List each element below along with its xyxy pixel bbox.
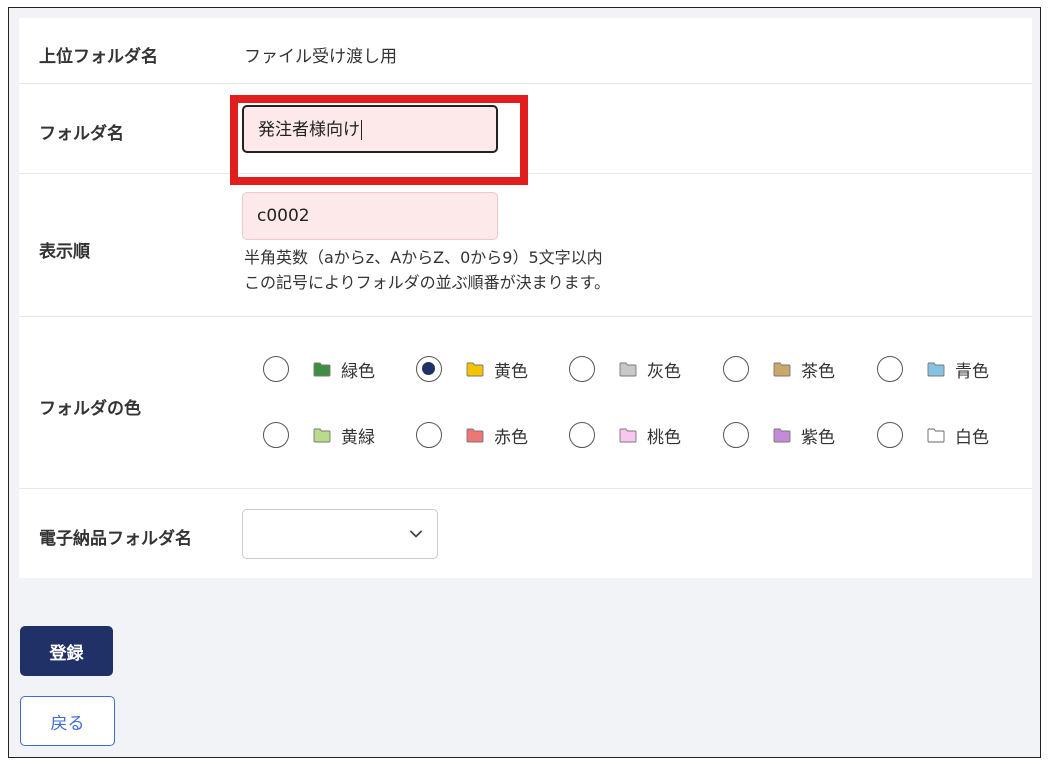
color-option-label: 桃色 — [647, 427, 681, 448]
radio-button[interactable] — [877, 422, 903, 448]
electronic-folder-label: 電子納品フォルダ名 — [39, 529, 192, 549]
chevron-down-icon — [410, 530, 422, 538]
color-option-label: 黄緑 — [341, 427, 375, 448]
color-option-label: 緑色 — [341, 361, 375, 382]
back-button[interactable]: 戻る — [20, 696, 115, 746]
electronic-folder-row: 電子納品フォルダ名 — [19, 489, 1032, 578]
folder-icon — [619, 428, 637, 442]
folder-color-label: フォルダの色 — [39, 399, 141, 419]
folder-color-option[interactable]: 赤色 — [416, 420, 528, 450]
folder-color-option[interactable]: 紫色 — [723, 420, 835, 450]
radio-button[interactable] — [416, 356, 442, 382]
color-option-label: 青色 — [955, 361, 989, 382]
folder-color-option[interactable]: 桃色 — [569, 420, 681, 450]
display-order-input[interactable]: c0002 — [242, 192, 498, 240]
color-option-label: 灰色 — [647, 361, 681, 382]
color-option-label: 黄色 — [494, 361, 528, 382]
radio-button[interactable] — [416, 422, 442, 448]
highlight-box — [230, 95, 528, 185]
color-option-label: 白色 — [955, 427, 989, 448]
folder-icon — [927, 428, 945, 442]
folder-icon — [313, 428, 331, 442]
radio-button[interactable] — [877, 356, 903, 382]
folder-color-row: フォルダの色 緑色 黄色 灰色 茶色 青色黄緑 赤色 桃色 紫色 白色 — [19, 317, 1032, 489]
display-order-hint-2: この記号によりフォルダの並ぶ順番が決まります。 — [244, 273, 611, 292]
folder-icon — [466, 428, 484, 442]
folder-color-option[interactable]: 白色 — [877, 420, 989, 450]
folder-form-card: 上位フォルダ名 ファイル受け渡し用 フォルダ名 表示順 c0002 半角英数（a… — [19, 18, 1032, 578]
folder-icon — [927, 362, 945, 376]
parent-folder-value: ファイル受け渡し用 — [244, 47, 397, 67]
submit-button[interactable]: 登録 — [20, 626, 113, 676]
folder-color-option[interactable]: 灰色 — [569, 354, 681, 384]
folder-icon — [466, 362, 484, 376]
radio-button[interactable] — [569, 422, 595, 448]
radio-button[interactable] — [263, 422, 289, 448]
form-frame: 上位フォルダ名 ファイル受け渡し用 フォルダ名 表示順 c0002 半角英数（a… — [8, 7, 1041, 758]
radio-button[interactable] — [723, 422, 749, 448]
radio-button[interactable] — [569, 356, 595, 382]
folder-name-label: フォルダ名 — [39, 124, 124, 144]
radio-button[interactable] — [263, 356, 289, 382]
color-option-label: 赤色 — [494, 427, 528, 448]
parent-folder-row: 上位フォルダ名 ファイル受け渡し用 — [19, 18, 1032, 84]
folder-icon — [619, 362, 637, 376]
folder-icon — [313, 362, 331, 376]
folder-color-option[interactable]: 茶色 — [723, 354, 835, 384]
display-order-value: c0002 — [257, 206, 310, 226]
folder-icon — [773, 428, 791, 442]
color-option-label: 茶色 — [801, 361, 835, 382]
folder-icon — [773, 362, 791, 376]
folder-color-option[interactable]: 青色 — [877, 354, 989, 384]
electronic-folder-select[interactable] — [242, 509, 438, 559]
folder-color-option[interactable]: 黄色 — [416, 354, 528, 384]
display-order-label: 表示順 — [39, 242, 90, 262]
display-order-row: 表示順 c0002 半角英数（aからz、AからZ、0から9）5文字以内 この記号… — [19, 174, 1032, 317]
color-option-label: 紫色 — [801, 427, 835, 448]
folder-color-option[interactable]: 黄緑 — [263, 420, 375, 450]
display-order-hint-1: 半角英数（aからz、AからZ、0から9）5文字以内 — [244, 248, 603, 267]
radio-button[interactable] — [723, 356, 749, 382]
parent-folder-label: 上位フォルダ名 — [39, 47, 158, 67]
folder-color-option[interactable]: 緑色 — [263, 354, 375, 384]
